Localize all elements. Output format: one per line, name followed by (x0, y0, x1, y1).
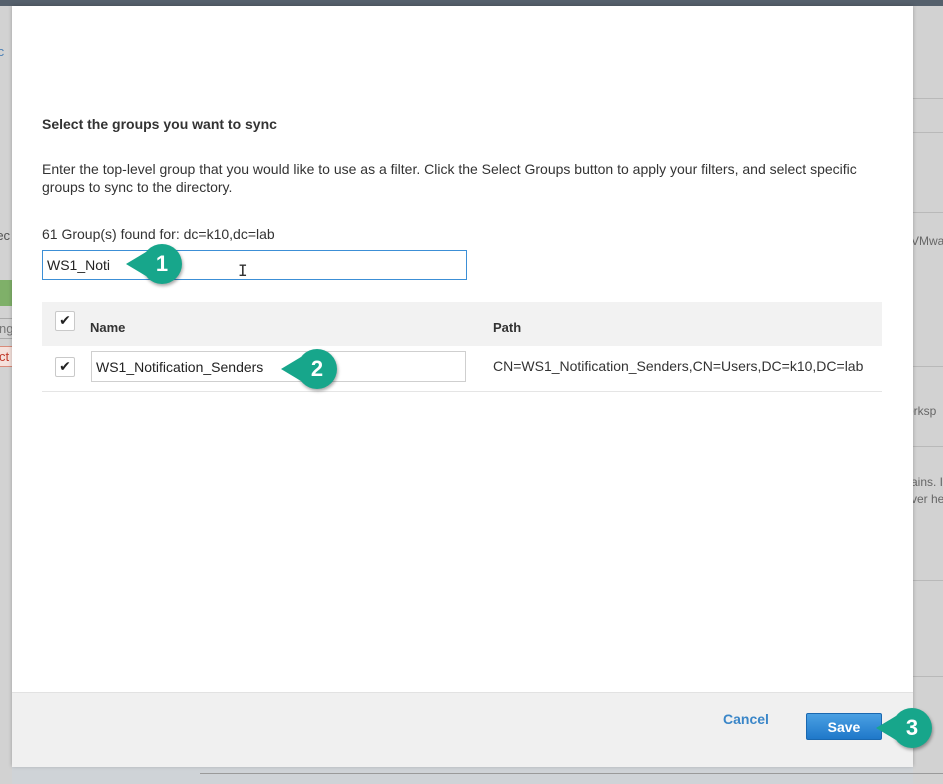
group-filter-input[interactable] (42, 250, 467, 280)
background-text: VMwa (913, 234, 943, 248)
background-page-right: VMwa orksp ains. I ver he (913, 6, 943, 784)
dialog-heading: Select the groups you want to sync (42, 116, 277, 132)
dialog-description: Enter the top-level group that you would… (42, 161, 857, 195)
column-header-path[interactable]: Path (493, 320, 521, 335)
background-text: orksp (913, 404, 937, 418)
divider (913, 366, 943, 367)
divider (913, 132, 943, 133)
divider (200, 773, 943, 774)
groups-found-text: 61 Group(s) found for: dc=k10,dc=lab (42, 226, 275, 242)
background-text-line: ains. I (913, 475, 943, 489)
ibeam-cursor-icon: I (238, 261, 248, 280)
check-icon: ✔ (59, 313, 71, 329)
background-text: tc (0, 44, 5, 59)
background-text: ains. I ver he (913, 474, 943, 508)
divider (913, 676, 943, 677)
background-text: ct (0, 346, 12, 367)
group-path: CN=WS1_Notification_Senders,CN=Users,DC=… (493, 358, 864, 374)
step-callout-1: 1 (126, 244, 182, 284)
background-text: rec (0, 228, 11, 243)
background-page-left: tc rec ng ct (0, 6, 12, 784)
row-checkbox[interactable]: ✔ (55, 357, 75, 377)
divider (913, 446, 943, 447)
step-callout-3: 3 (876, 708, 932, 748)
save-button[interactable]: Save (806, 713, 882, 740)
sync-groups-dialog: Select the groups you want to sync Enter… (12, 6, 913, 767)
cancel-button[interactable]: Cancel (723, 711, 769, 727)
step-callout-2: 2 (281, 349, 337, 389)
dialog-footer (12, 692, 913, 767)
check-icon: ✔ (59, 359, 71, 375)
select-all-checkbox[interactable]: ✔ (55, 311, 75, 331)
column-header-name[interactable]: Name (90, 320, 125, 335)
groups-table-header: ✔ Name Path (42, 302, 882, 346)
table-row: ✔ CN=WS1_Notification_Senders,CN=Users,D… (42, 346, 882, 392)
background-text: ng (0, 318, 12, 339)
divider (913, 98, 943, 99)
divider (913, 580, 943, 581)
background-text-line: ver he (913, 492, 943, 506)
group-name-field[interactable] (91, 351, 466, 382)
divider (913, 212, 943, 213)
background-button (0, 280, 12, 306)
